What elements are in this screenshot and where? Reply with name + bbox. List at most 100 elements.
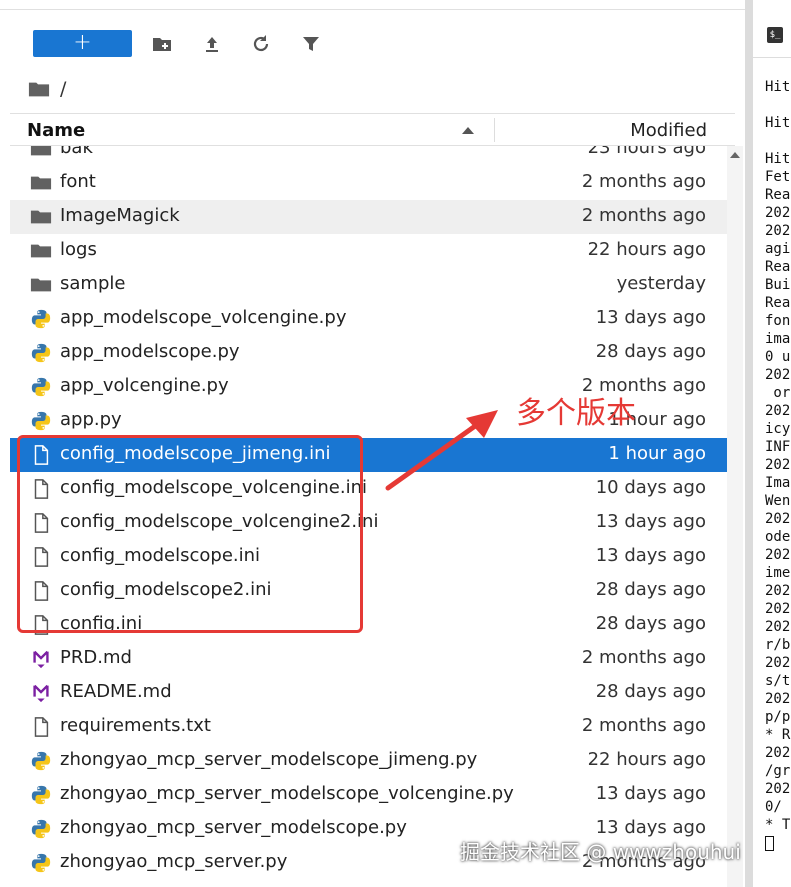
terminal-icon[interactable]: $_ [767, 27, 783, 43]
column-header-modified[interactable]: Modified [630, 120, 707, 141]
terminal-line: or [765, 385, 791, 401]
python-file-icon [30, 308, 52, 330]
terminal-line: Wen [765, 493, 791, 509]
terminal-line: /gr [765, 763, 791, 779]
scroll-up-arrow-icon[interactable] [730, 152, 740, 158]
terminal-line: 202 [765, 205, 791, 221]
folder-icon[interactable] [28, 79, 50, 99]
column-header-name[interactable]: Name [27, 120, 85, 141]
file-row[interactable]: font 2 months ago [10, 166, 727, 200]
terminal-line: INF [765, 439, 791, 455]
terminal-line: 0/ [765, 799, 782, 815]
file-row[interactable]: app_modelscope_volcengine.py 13 days ago [10, 302, 727, 336]
file-name: README.md [60, 681, 172, 702]
terminal-line: ime [765, 565, 791, 581]
file-modified: 10 days ago [595, 477, 706, 498]
terminal-line: * R [765, 727, 791, 743]
python-file-icon [30, 410, 52, 432]
file-list-scrollbar[interactable] [727, 146, 743, 887]
file-row[interactable]: zhongyao_mcp_server_modelscope_volcengin… [10, 778, 727, 812]
filter-icon[interactable] [299, 32, 323, 56]
file-name: app_modelscope.py [60, 341, 240, 362]
terminal-output[interactable]: Hit Hit Hit Fet Rea 202 202 agi Rea Bui Rea fon ima 0… [765, 78, 791, 878]
file-name: zhongyao_mcp_server_modelscope.py [60, 817, 407, 838]
file-row[interactable]: PRD.md 2 months ago [10, 642, 727, 676]
terminal-line: 202 [765, 403, 791, 419]
markdown-file-icon [30, 682, 52, 704]
file-icon [30, 716, 52, 738]
terminal-line: 202 [765, 223, 791, 239]
terminal-line: 0 u [765, 349, 791, 365]
terminal-line: Hit [765, 115, 791, 131]
terminal-line: Ima [765, 475, 791, 491]
terminal-line: 202 [765, 745, 791, 761]
folder-plus-icon[interactable] [150, 32, 174, 56]
file-modified: 22 hours ago [587, 749, 706, 770]
annotation-arrow-icon [385, 410, 498, 491]
folder-icon [30, 206, 52, 228]
terminal-line: Hit [765, 79, 791, 95]
file-modified: 2 months ago [581, 171, 706, 192]
terminal-line: Rea [765, 295, 791, 311]
new-launcher-button[interactable]: + [33, 30, 132, 57]
file-row[interactable]: app_modelscope.py 28 days ago [10, 336, 727, 370]
refresh-icon[interactable] [249, 32, 273, 56]
terminal-line: s/t [765, 673, 791, 689]
file-modified: 22 hours ago [587, 239, 706, 260]
file-modified: yesterday [616, 273, 706, 294]
file-modified: 28 days ago [595, 579, 706, 600]
file-name: logs [60, 239, 97, 260]
file-modified: 13 days ago [595, 545, 706, 566]
file-modified: 28 days ago [595, 341, 706, 362]
terminal-line: Hit [765, 151, 791, 167]
python-file-icon [30, 852, 52, 874]
python-file-icon [30, 750, 52, 772]
folder-icon [30, 172, 52, 194]
file-modified: 28 days ago [595, 681, 706, 702]
file-name: zhongyao_mcp_server.py [60, 851, 288, 872]
sort-ascending-icon[interactable] [462, 127, 474, 134]
file-name: zhongyao_mcp_server_modelscope_volcengin… [60, 783, 514, 804]
terminal-panel: $_ Hit Hit Hit Fet Rea 202 202 agi Rea Bui Rea fon i… [745, 0, 791, 887]
file-name: sample [60, 273, 126, 294]
terminal-line: p/p [765, 709, 791, 725]
file-row[interactable]: bak 23 hours ago [10, 146, 727, 166]
list-header: Name Modified [10, 113, 735, 146]
folder-icon [30, 274, 52, 296]
file-name: font [60, 171, 96, 192]
terminal-line: 202 [765, 367, 791, 383]
python-file-icon [30, 376, 52, 398]
file-name: app_volcengine.py [60, 375, 229, 396]
file-row[interactable]: requirements.txt 2 months ago [10, 710, 727, 744]
file-modified: 1 hour ago [608, 443, 706, 464]
file-browser-toolbar: + [0, 24, 745, 64]
terminal-line: 202 [765, 781, 791, 797]
file-row[interactable]: zhongyao_mcp_server_modelscope_jimeng.py… [10, 744, 727, 778]
column-divider[interactable] [494, 118, 495, 142]
breadcrumb-root[interactable]: / [60, 78, 66, 100]
terminal-tab[interactable]: $_ [753, 18, 791, 58]
folder-icon [30, 240, 52, 262]
file-browser-panel: + / Name Modified bak 23 hours ago font 2 m… [0, 0, 745, 887]
terminal-line: 202 [765, 583, 791, 599]
terminal-line: 202 [765, 547, 791, 563]
terminal-cursor [765, 835, 774, 851]
python-file-icon [30, 342, 52, 364]
file-row[interactable]: sample yesterday [10, 268, 727, 302]
terminal-line: 202 [765, 511, 791, 527]
annotation-label: 多个版本 [516, 396, 636, 431]
file-row[interactable]: ImageMagick 2 months ago [10, 200, 727, 234]
upload-icon[interactable] [200, 32, 224, 56]
terminal-line: icy [765, 421, 791, 437]
file-name: requirements.txt [60, 715, 211, 736]
file-name: zhongyao_mcp_server_modelscope_jimeng.py [60, 749, 478, 770]
terminal-line: agi [765, 241, 791, 257]
watermark: 掘金技术社区 @ wwwzhouhui [460, 840, 741, 864]
file-row[interactable]: README.md 28 days ago [10, 676, 727, 710]
file-name: ImageMagick [60, 205, 180, 226]
file-modified: 2 months ago [581, 715, 706, 736]
terminal-line: Rea [765, 259, 791, 275]
terminal-line: Bui [765, 277, 791, 293]
file-row[interactable]: logs 22 hours ago [10, 234, 727, 268]
